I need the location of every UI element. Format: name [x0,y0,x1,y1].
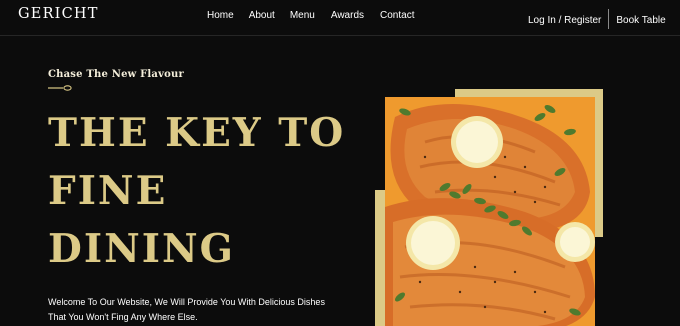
nav-links: Home About Menu Awards Contact [207,10,414,21]
hero-subtitle: Chase The New Flavour [48,69,184,80]
headline-line-3: DINING [48,226,235,272]
hero-description: Welcome To Our Website, We Will Provide … [48,295,348,325]
nav-divider [608,9,610,29]
login-register-link[interactable]: Log In / Register [528,15,601,26]
logo[interactable]: GERICHT [18,6,99,22]
description-line-2: That You Won't Fing Any Where Else. [48,312,198,322]
nav-link-menu[interactable]: Menu [290,10,315,21]
hero-headline: THE KEY TO FINE DINING [48,104,345,278]
image-frame-left [375,190,385,326]
navbar: GERICHT Home About Menu Awards Contact L… [0,0,680,36]
nav-link-contact[interactable]: Contact [380,10,414,21]
nav-link-about[interactable]: About [249,10,275,21]
nav-actions: Log In / Register Book Table [528,9,666,30]
nav-link-home[interactable]: Home [207,10,234,21]
nav-link-awards[interactable]: Awards [331,10,364,21]
salmon-dish-photo [385,97,595,326]
description-line-1: Welcome To Our Website, We Will Provide … [48,297,325,307]
hero-food-image [385,97,595,326]
headline-line-1: THE KEY TO [48,110,346,156]
spoon-icon [48,85,72,91]
headline-line-2: FINE [48,168,168,214]
book-table-link[interactable]: Book Table [616,15,665,26]
